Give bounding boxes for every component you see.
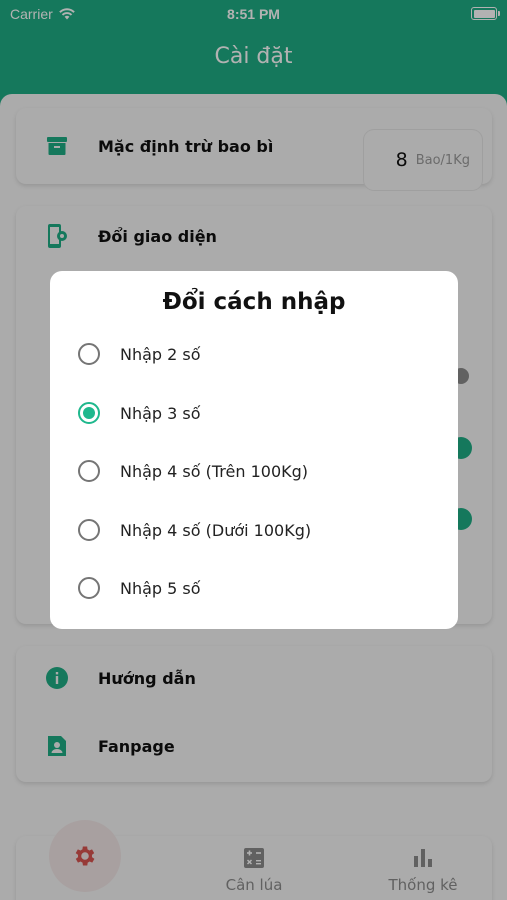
option-5-digits[interactable]: Nhập 5 số [78, 573, 201, 603]
radio-button[interactable] [78, 519, 100, 541]
option-4-digits-above[interactable]: Nhập 4 số (Trên 100Kg) [78, 456, 308, 486]
input-mode-dialog: Đổi cách nhập Nhập 2 số Nhập 3 số Nhập 4… [50, 271, 458, 629]
option-label: Nhập 4 số (Trên 100Kg) [120, 461, 309, 481]
option-label: Nhập 5 số [120, 578, 201, 598]
radio-button-selected[interactable] [78, 402, 100, 424]
dialog-title: Đổi cách nhập [162, 289, 346, 315]
option-label: Nhập 4 số (Dưới 100Kg) [120, 520, 312, 540]
option-3-digits[interactable]: Nhập 3 số [78, 398, 201, 428]
radio-button[interactable] [78, 343, 100, 365]
radio-button[interactable] [78, 577, 100, 599]
option-label: Nhập 3 số [120, 403, 201, 423]
radio-button[interactable] [78, 460, 100, 482]
option-2-digits[interactable]: Nhập 2 số [78, 339, 201, 369]
option-4-digits-below[interactable]: Nhập 4 số (Dưới 100Kg) [78, 515, 311, 545]
option-label: Nhập 2 số [120, 344, 201, 364]
